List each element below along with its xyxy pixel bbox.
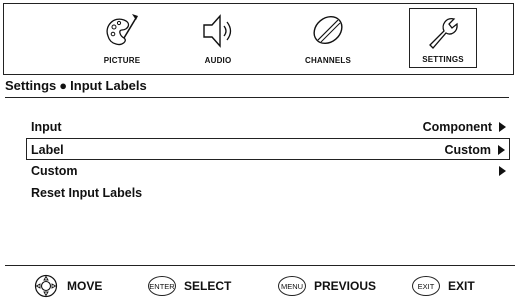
dpad-icon: [34, 274, 58, 298]
tab-settings[interactable]: SETTINGS: [409, 8, 477, 68]
tab-settings-label: SETTINGS: [422, 55, 464, 64]
speaker-icon: [203, 14, 232, 48]
arrow-right-icon: [499, 122, 506, 132]
hint-exit-label: EXIT: [448, 279, 475, 293]
menu-key-icon: MENU: [278, 276, 306, 296]
hint-previous: MENU PREVIOUS: [278, 274, 376, 298]
menu-tab-bar: PICTURE AUDIO CHANNELS SETTINGS: [3, 3, 514, 75]
menu-item-input[interactable]: Input Component: [26, 116, 510, 138]
footer-hints: MOVE ENTER SELECT MENU PREVIOUS EXIT EXI…: [5, 265, 515, 303]
menu-item-label-selected[interactable]: Label Custom: [26, 138, 510, 160]
breadcrumb-current: Input Labels: [70, 78, 147, 93]
hint-move: MOVE: [33, 274, 102, 298]
satellite-dish-icon: [313, 15, 343, 45]
menu-item-reset-input-labels[interactable]: Reset Input Labels: [26, 182, 510, 204]
menu-item-value: Component: [422, 120, 492, 134]
menu-item-label: Input: [31, 120, 62, 134]
hint-exit: EXIT EXIT: [412, 274, 475, 298]
menu-item-label: Custom: [31, 164, 78, 178]
exit-key-icon: EXIT: [412, 276, 440, 296]
arrow-right-icon: [498, 145, 505, 155]
hint-move-label: MOVE: [67, 279, 103, 293]
tab-audio[interactable]: AUDIO: [184, 8, 252, 68]
enter-key-icon: ENTER: [148, 276, 176, 296]
breadcrumb-separator: ●: [59, 78, 68, 93]
wrench-icon: [429, 18, 458, 49]
menu-item-label: Label: [31, 143, 64, 157]
breadcrumb-parent: Settings: [5, 78, 57, 93]
menu-item-custom[interactable]: Custom: [26, 160, 510, 182]
tab-channels-label: CHANNELS: [304, 56, 352, 65]
hint-select: ENTER SELECT: [148, 274, 231, 298]
settings-menu: Input Component Label Custom Custom Rese…: [26, 116, 510, 204]
breadcrumb: Settings ● Input Labels: [5, 76, 509, 98]
menu-item-label: Reset Input Labels: [31, 186, 143, 200]
menu-item-value: Custom: [444, 143, 491, 157]
tab-picture-label: PICTURE: [103, 56, 141, 65]
palette-icon: [106, 14, 138, 46]
tab-picture[interactable]: PICTURE: [88, 8, 156, 68]
tab-channels[interactable]: CHANNELS: [294, 8, 362, 68]
tab-audio-label: AUDIO: [204, 56, 232, 65]
hint-previous-label: PREVIOUS: [314, 279, 377, 293]
hint-select-label: SELECT: [184, 279, 232, 293]
arrow-right-icon: [499, 166, 506, 176]
